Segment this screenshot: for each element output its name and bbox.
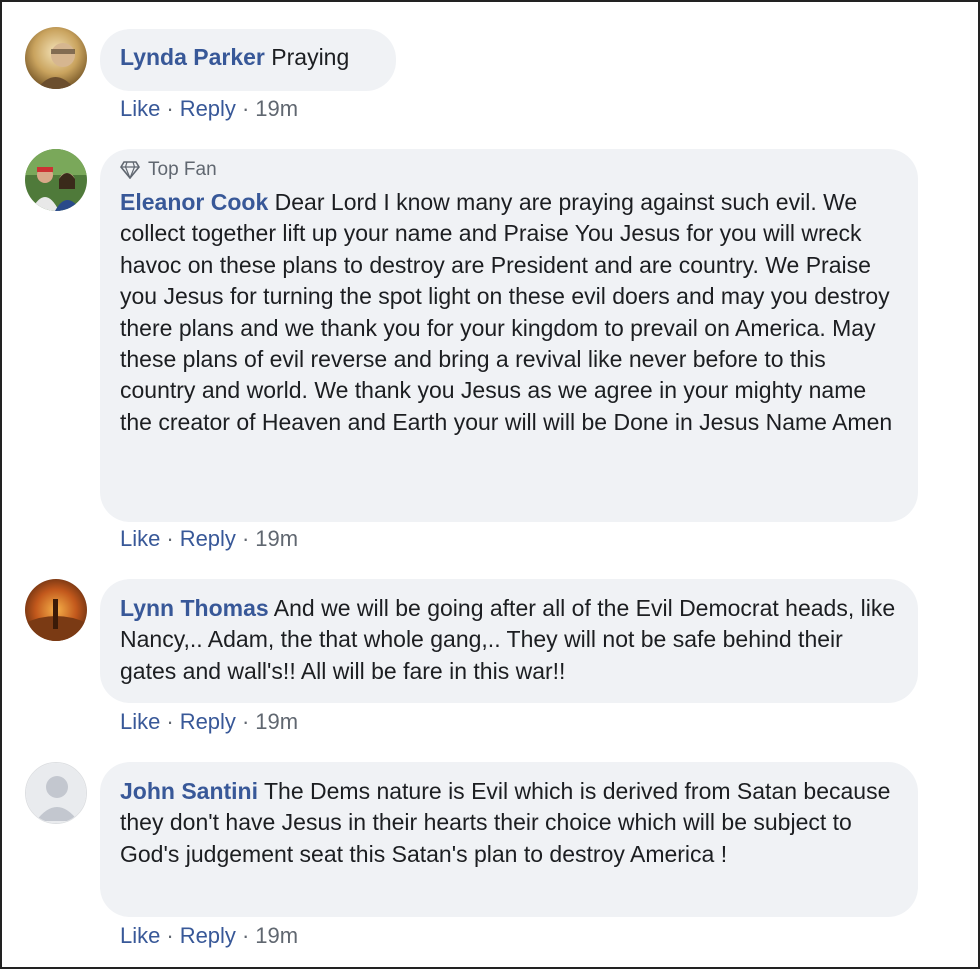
separator-dot: ·	[241, 709, 250, 734]
commenter-name[interactable]: Lynn Thomas	[120, 595, 269, 621]
avatar[interactable]	[25, 149, 87, 211]
reply-link[interactable]: Reply	[180, 526, 236, 551]
separator-dot: ·	[166, 709, 174, 734]
comment-bubble: Lynn Thomas And we will be going after a…	[100, 579, 918, 703]
comments-panel: Lynda Parker Praying Like·Reply·19m	[0, 0, 980, 969]
separator-dot: ·	[166, 96, 174, 121]
separator-dot: ·	[166, 923, 174, 948]
avatar[interactable]	[25, 27, 87, 89]
timestamp[interactable]: 19m	[255, 709, 298, 734]
comment-actions: Like · Reply · 19m	[120, 923, 298, 949]
comment-text: Dear Lord I know many are praying agains…	[120, 189, 893, 435]
reply-link[interactable]: Reply	[180, 96, 236, 121]
avatar-photo	[25, 27, 87, 89]
top-fan-label: Top Fan	[148, 159, 217, 180]
separator-dot: ·	[166, 526, 174, 551]
like-link[interactable]: Like	[120, 709, 160, 734]
comment-actions: Like · Reply · 19m	[120, 96, 298, 122]
separator-dot: ·	[241, 923, 250, 948]
commenter-name[interactable]: Eleanor Cook	[120, 189, 268, 215]
avatar-photo	[25, 149, 87, 211]
like-link[interactable]: Like	[120, 923, 160, 948]
commenter-name[interactable]: Lynda Parker	[120, 44, 265, 70]
top-fan-badge: Top Fan	[120, 159, 898, 181]
reply-link[interactable]: Reply	[180, 709, 236, 734]
avatar[interactable]	[25, 762, 87, 824]
diamond-icon	[120, 161, 140, 179]
timestamp[interactable]: 19m	[255, 96, 298, 121]
like-link[interactable]: Like	[120, 96, 160, 121]
separator-dot: ·	[241, 526, 250, 551]
avatar-photo	[25, 579, 87, 641]
timestamp[interactable]: 19m	[255, 526, 298, 551]
like-link[interactable]: Like	[120, 526, 160, 551]
comment-bubble: Lynda Parker Praying	[100, 29, 396, 91]
default-avatar-icon	[26, 763, 86, 823]
separator-dot: ·	[241, 96, 250, 121]
comment-actions: Like · Reply · 19m	[120, 709, 298, 735]
avatar[interactable]	[25, 579, 87, 641]
commenter-name[interactable]: John Santini	[120, 778, 258, 804]
comment-text: Praying	[271, 44, 350, 70]
comment-bubble: Top Fan Eleanor Cook Dear Lord I know ma…	[100, 149, 918, 522]
reply-link[interactable]: Reply	[180, 923, 236, 948]
timestamp[interactable]: 19m	[255, 923, 298, 948]
comment-actions: Like · Reply · 19m	[120, 526, 298, 552]
comment-bubble: John Santini The Dems nature is Evil whi…	[100, 762, 918, 917]
